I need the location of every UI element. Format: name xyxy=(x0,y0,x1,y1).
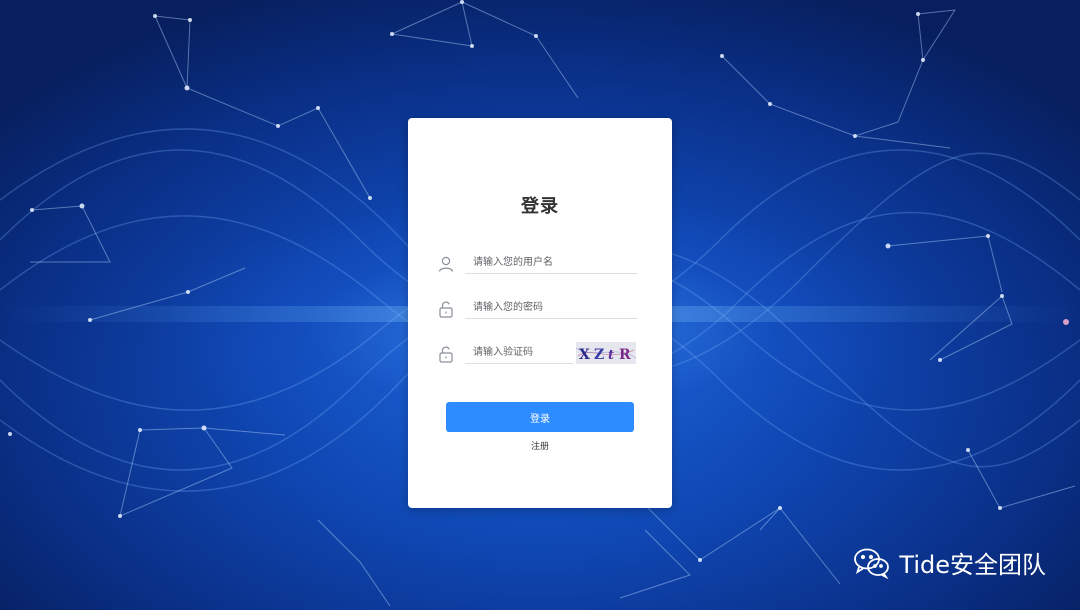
captcha-char: t xyxy=(608,348,614,363)
captcha-char: R xyxy=(619,347,631,363)
watermark: Tide安全团队 xyxy=(853,545,1046,580)
lock-icon xyxy=(436,299,456,319)
password-input[interactable] xyxy=(465,297,637,319)
username-input[interactable] xyxy=(465,252,637,274)
login-button[interactable]: 登录 xyxy=(446,402,634,432)
captcha-char: X xyxy=(579,347,590,363)
captcha-char: Z xyxy=(594,347,604,363)
lock-icon xyxy=(436,344,456,364)
user-icon xyxy=(436,254,456,274)
login-card: 登录 请输入您的用户名 请输入验证码 X Z t R 登录 注册 xyxy=(408,118,672,508)
register-link[interactable]: 注册 xyxy=(408,439,672,452)
captcha-image[interactable]: X Z t R xyxy=(576,342,636,364)
wechat-icon xyxy=(853,547,891,579)
watermark-text: Tide安全团队 xyxy=(899,551,1046,579)
login-title: 登录 xyxy=(521,196,559,217)
captcha-input[interactable] xyxy=(465,342,573,364)
